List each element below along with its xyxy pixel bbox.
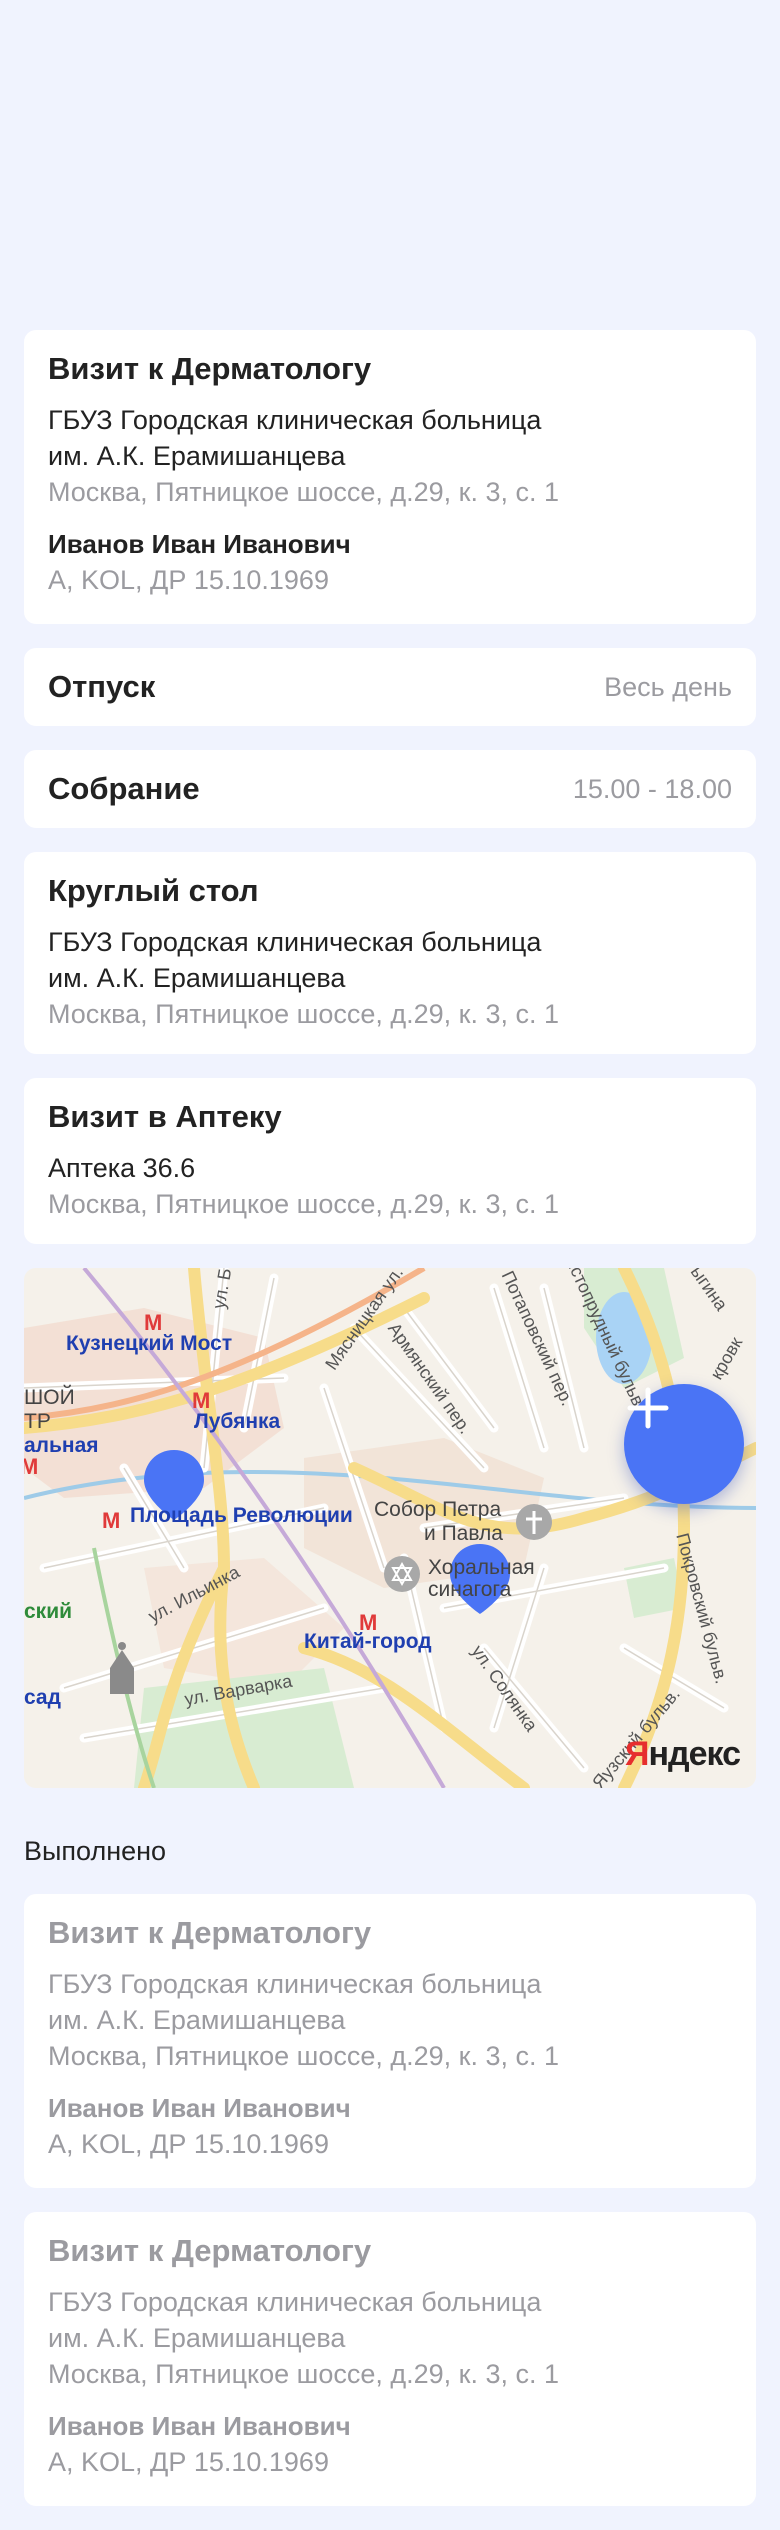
map-label-edge: альная xyxy=(24,1434,99,1457)
completed-card-dermatologist[interactable]: Визит к Дерматологу ГБУЗ Городская клини… xyxy=(24,1894,756,2188)
event-org: ГБУЗ Городская клиническая больница xyxy=(48,927,542,957)
event-card-round-table[interactable]: Круглый стол ГБУЗ Городская клиническая … xyxy=(24,852,756,1054)
map-label-edge: сад xyxy=(24,1686,61,1709)
event-org-line2: им. А.К. Ерамишанцева xyxy=(48,2005,346,2035)
event-title: Визит к Дерматологу xyxy=(48,1915,372,1950)
plus-icon xyxy=(627,1387,669,1429)
event-title: Собрание xyxy=(48,771,200,806)
map-view[interactable]: M M M M M Кузнецкий Мост Лубянка Площадь… xyxy=(24,1268,756,1788)
event-card-dermatologist[interactable]: Визит к Дерматологу ГБУЗ Городская клини… xyxy=(24,330,756,624)
event-org: ГБУЗ Городская клиническая больница xyxy=(48,405,542,435)
event-org-line2: им. А.К. Ерамишанцева xyxy=(48,2323,346,2353)
event-org-line2: им. А.К. Ерамишанцева xyxy=(48,441,346,471)
map-label-edge: ТР xyxy=(24,1410,51,1433)
yandex-logo: Яндекс xyxy=(625,1735,741,1774)
event-person: Иванов Иван Иванович xyxy=(48,529,351,559)
completed-section-title: Выполнено xyxy=(24,1836,167,1866)
map-label-sobor: Собор Петра xyxy=(374,1498,502,1521)
event-org: ГБУЗ Городская клиническая больница xyxy=(48,2287,542,2317)
event-card-pharmacy[interactable]: Визит в Аптеку Аптека 36.6 Москва, Пятни… xyxy=(24,1078,756,1244)
event-time: Весь день xyxy=(604,671,732,702)
map-label-kuznetsky: Кузнецкий Мост xyxy=(66,1332,233,1355)
event-address: Москва, Пятницкое шоссе, д.29, к. 3, с. … xyxy=(48,2041,560,2071)
event-title: Визит к Дерматологу xyxy=(48,351,372,386)
event-org-line2: им. А.К. Ерамишанцева xyxy=(48,963,346,993)
event-person-details: А, KOL, ДР 15.10.1969 xyxy=(48,565,329,595)
map-label-ploshchad: Площадь Революции xyxy=(130,1504,353,1527)
map-label-edge: ский xyxy=(24,1600,73,1623)
logo-first-letter: Я xyxy=(625,1735,649,1773)
event-time: 15.00 - 18.00 xyxy=(572,773,732,804)
completed-card-dermatologist[interactable]: Визит к Дерматологу ГБУЗ Городская клини… xyxy=(24,2212,756,2506)
event-person: Иванов Иван Иванович xyxy=(48,2093,351,2123)
event-person: Иванов Иван Иванович xyxy=(48,2411,351,2441)
event-address: Москва, Пятницкое шоссе, д.29, к. 3, с. … xyxy=(48,477,560,507)
map-label-lubyanka: Лубянка xyxy=(194,1410,281,1433)
event-org: ГБУЗ Городская клиническая больница xyxy=(48,1969,542,1999)
event-address: Москва, Пятницкое шоссе, д.29, к. 3, с. … xyxy=(48,2359,560,2389)
event-title: Визит в Аптеку xyxy=(48,1099,282,1134)
map-label-sinagoga-2: синагога xyxy=(428,1578,512,1601)
event-person-details: А, KOL, ДР 15.10.1969 xyxy=(48,2447,329,2477)
add-event-button[interactable] xyxy=(624,1384,744,1504)
map-label-edge: ШОЙ xyxy=(24,1386,75,1409)
logo-rest: ндекс xyxy=(648,1735,741,1773)
map-label-sinagoga: Хоральная xyxy=(428,1556,535,1579)
event-org: Аптека 36.6 xyxy=(48,1153,196,1183)
map-label-kitay: Китай-город xyxy=(304,1630,432,1653)
event-address: Москва, Пятницкое шоссе, д.29, к. 3, с. … xyxy=(48,999,560,1029)
event-title: Визит к Дерматологу xyxy=(48,2233,372,2268)
event-title: Отпуск xyxy=(48,669,156,704)
event-card-vacation[interactable]: Отпуск Весь день xyxy=(24,648,756,726)
map-label-sobor-2: и Павла xyxy=(424,1522,503,1545)
event-card-meeting[interactable]: Собрание 15.00 - 18.00 xyxy=(24,750,756,828)
svg-text:M: M xyxy=(102,1508,120,1533)
event-person-details: А, KOL, ДР 15.10.1969 xyxy=(48,2129,329,2159)
event-address: Москва, Пятницкое шоссе, д.29, к. 3, с. … xyxy=(48,1189,560,1219)
event-title: Круглый стол xyxy=(48,873,259,908)
